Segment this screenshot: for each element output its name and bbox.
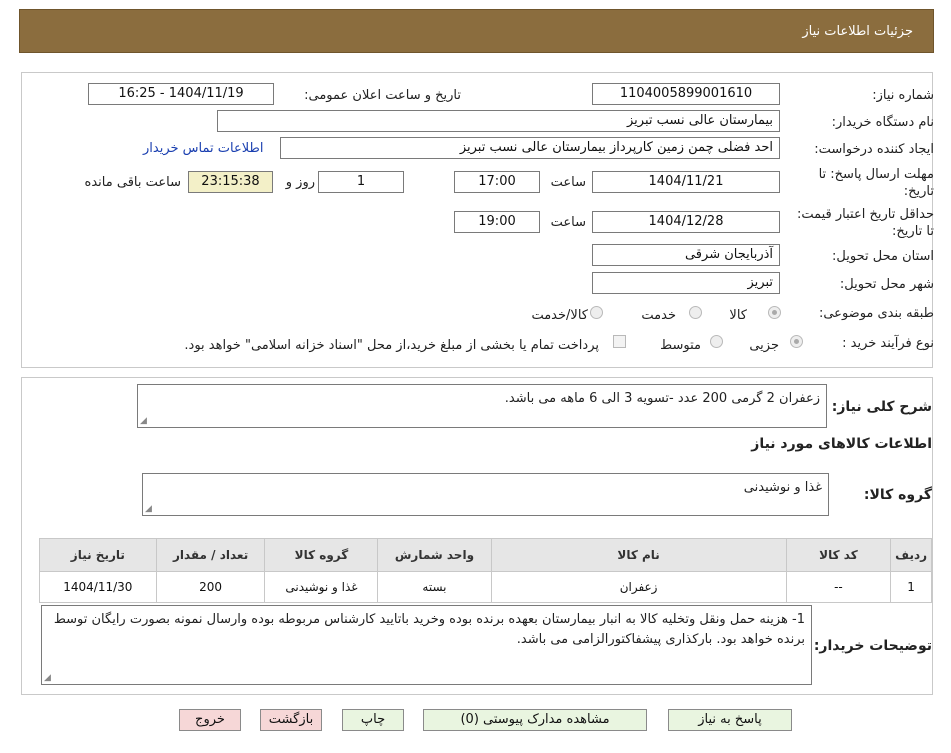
notes-textarea[interactable]: 1- هزینه حمل ونقل وتخلیه کالا به انبار ب… — [41, 605, 812, 685]
need-number-field: 1104005899001610 — [592, 83, 780, 105]
cell-group: غذا و نوشیدنی — [264, 571, 379, 603]
cell-row-number: 1 — [890, 571, 932, 603]
deadline-time-field: 17:00 — [454, 171, 540, 193]
requester-field: احد فضلی چمن زمین کارپرداز بیمارستان عال… — [280, 137, 780, 159]
notes-text: 1- هزینه حمل ونقل وتخلیه کالا به انبار ب… — [53, 612, 805, 647]
col-header-group: گروه کالا — [264, 538, 379, 572]
remaining-label: ساعت باقی مانده — [84, 175, 181, 190]
buyer-org-label: نام دستگاه خریدار: — [831, 115, 934, 130]
category-option-goods-service: کالا/خدمت — [531, 308, 588, 323]
summary-textarea[interactable]: زعفران 2 گرمی 200 عدد -تسویه 3 الی 6 ماه… — [137, 384, 827, 428]
validity-time-label: ساعت — [550, 215, 586, 230]
items-table: ردیف کد کالا نام کالا واحد شمارش گروه کا… — [39, 538, 932, 603]
cell-item-code: -- — [785, 571, 892, 603]
deadline-date-field: 1404/11/21 — [592, 171, 780, 193]
resize-grip-icon[interactable]: ◢ — [44, 674, 51, 683]
validity-label: حداقل تاریخ اعتبار قیمت: تا تاریخ: — [796, 207, 934, 239]
deadline-time-label: ساعت — [550, 175, 586, 190]
requester-label: ایجاد کننده درخواست: — [814, 142, 934, 157]
contact-info-link[interactable]: اطلاعات تماس خریدار — [143, 141, 263, 156]
remaining-time-field: 23:15:38 — [188, 171, 273, 193]
city-label: شهر محل تحویل: — [839, 277, 934, 292]
cell-quantity: 200 — [155, 571, 266, 603]
category-label: طبقه بندی موضوعی: — [818, 306, 934, 321]
province-field: آذربایجان شرقی — [592, 244, 780, 266]
col-header-need-date: تاریخ نیاز — [39, 538, 157, 572]
treasury-checkbox[interactable] — [613, 335, 626, 348]
days-field: 1 — [318, 171, 404, 193]
page-title: جزئیات اطلاعات نیاز — [802, 24, 913, 39]
back-button[interactable]: بازگشت — [260, 709, 322, 731]
process-label: نوع فرآیند خرید : — [842, 336, 934, 351]
category-radio-goods[interactable] — [768, 306, 781, 319]
col-header-quantity: تعداد / مقدار — [155, 538, 266, 572]
process-option-medium: متوسط — [660, 338, 701, 353]
resize-grip-icon[interactable]: ◢ — [145, 505, 152, 514]
category-option-goods: کالا — [729, 308, 747, 323]
need-number-label: شماره نیاز: — [872, 88, 934, 103]
category-radio-goods-service[interactable] — [590, 306, 603, 319]
resize-grip-icon[interactable]: ◢ — [140, 417, 147, 426]
exit-button[interactable]: خروج — [179, 709, 241, 731]
buyer-org-field: بیمارستان عالی نسب تبریز — [217, 110, 780, 132]
category-radio-service[interactable] — [689, 306, 702, 319]
notes-label: توضیحات خریدار: — [813, 638, 932, 654]
process-radio-medium[interactable] — [710, 335, 723, 348]
deadline-label: مهلت ارسال پاسخ: تا تاریخ: — [818, 167, 934, 199]
province-label: استان محل تحویل: — [832, 249, 934, 264]
announce-field: 1404/11/19 - 16:25 — [88, 83, 274, 105]
table-row: 1 -- زعفران بسته غذا و نوشیدنی 200 1404/… — [39, 571, 932, 603]
view-documents-button[interactable]: مشاهده مدارک پیوستی (0) — [423, 709, 647, 731]
cell-item-name: زعفران — [490, 571, 787, 603]
col-header-unit: واحد شمارش — [377, 538, 492, 572]
print-button[interactable]: چاپ — [342, 709, 404, 731]
group-label: گروه کالا: — [863, 487, 932, 503]
validity-date-field: 1404/12/28 — [592, 211, 780, 233]
process-option-minor: جزیی — [749, 338, 779, 353]
announce-label: تاریخ و ساعت اعلان عمومی: — [304, 88, 461, 103]
cell-need-date: 1404/11/30 — [39, 571, 157, 603]
summary-label: شرح کلی نیاز: — [831, 399, 932, 415]
col-header-item-name: نام کالا — [490, 538, 787, 572]
group-text: غذا و نوشیدنی — [743, 480, 822, 495]
col-header-item-code: کد کالا — [785, 538, 892, 572]
reply-button[interactable]: پاسخ به نیاز — [668, 709, 792, 731]
process-radio-minor[interactable] — [790, 335, 803, 348]
group-textarea[interactable]: غذا و نوشیدنی ◢ — [142, 473, 829, 516]
table-header-row: ردیف کد کالا نام کالا واحد شمارش گروه کا… — [39, 538, 932, 572]
validity-time-field: 19:00 — [454, 211, 540, 233]
summary-text: زعفران 2 گرمی 200 عدد -تسویه 3 الی 6 ماه… — [504, 391, 820, 406]
category-option-service: خدمت — [641, 308, 676, 323]
days-label: روز و — [285, 175, 315, 190]
page-header: جزئیات اطلاعات نیاز — [19, 9, 934, 53]
city-field: تبریز — [592, 272, 780, 294]
cell-unit: بسته — [377, 571, 492, 603]
items-heading: اطلاعات کالاهای مورد نیاز — [751, 436, 932, 452]
col-header-row-number: ردیف — [890, 538, 932, 572]
treasury-note: پرداخت تمام یا بخشی از مبلغ خرید،از محل … — [184, 338, 599, 353]
